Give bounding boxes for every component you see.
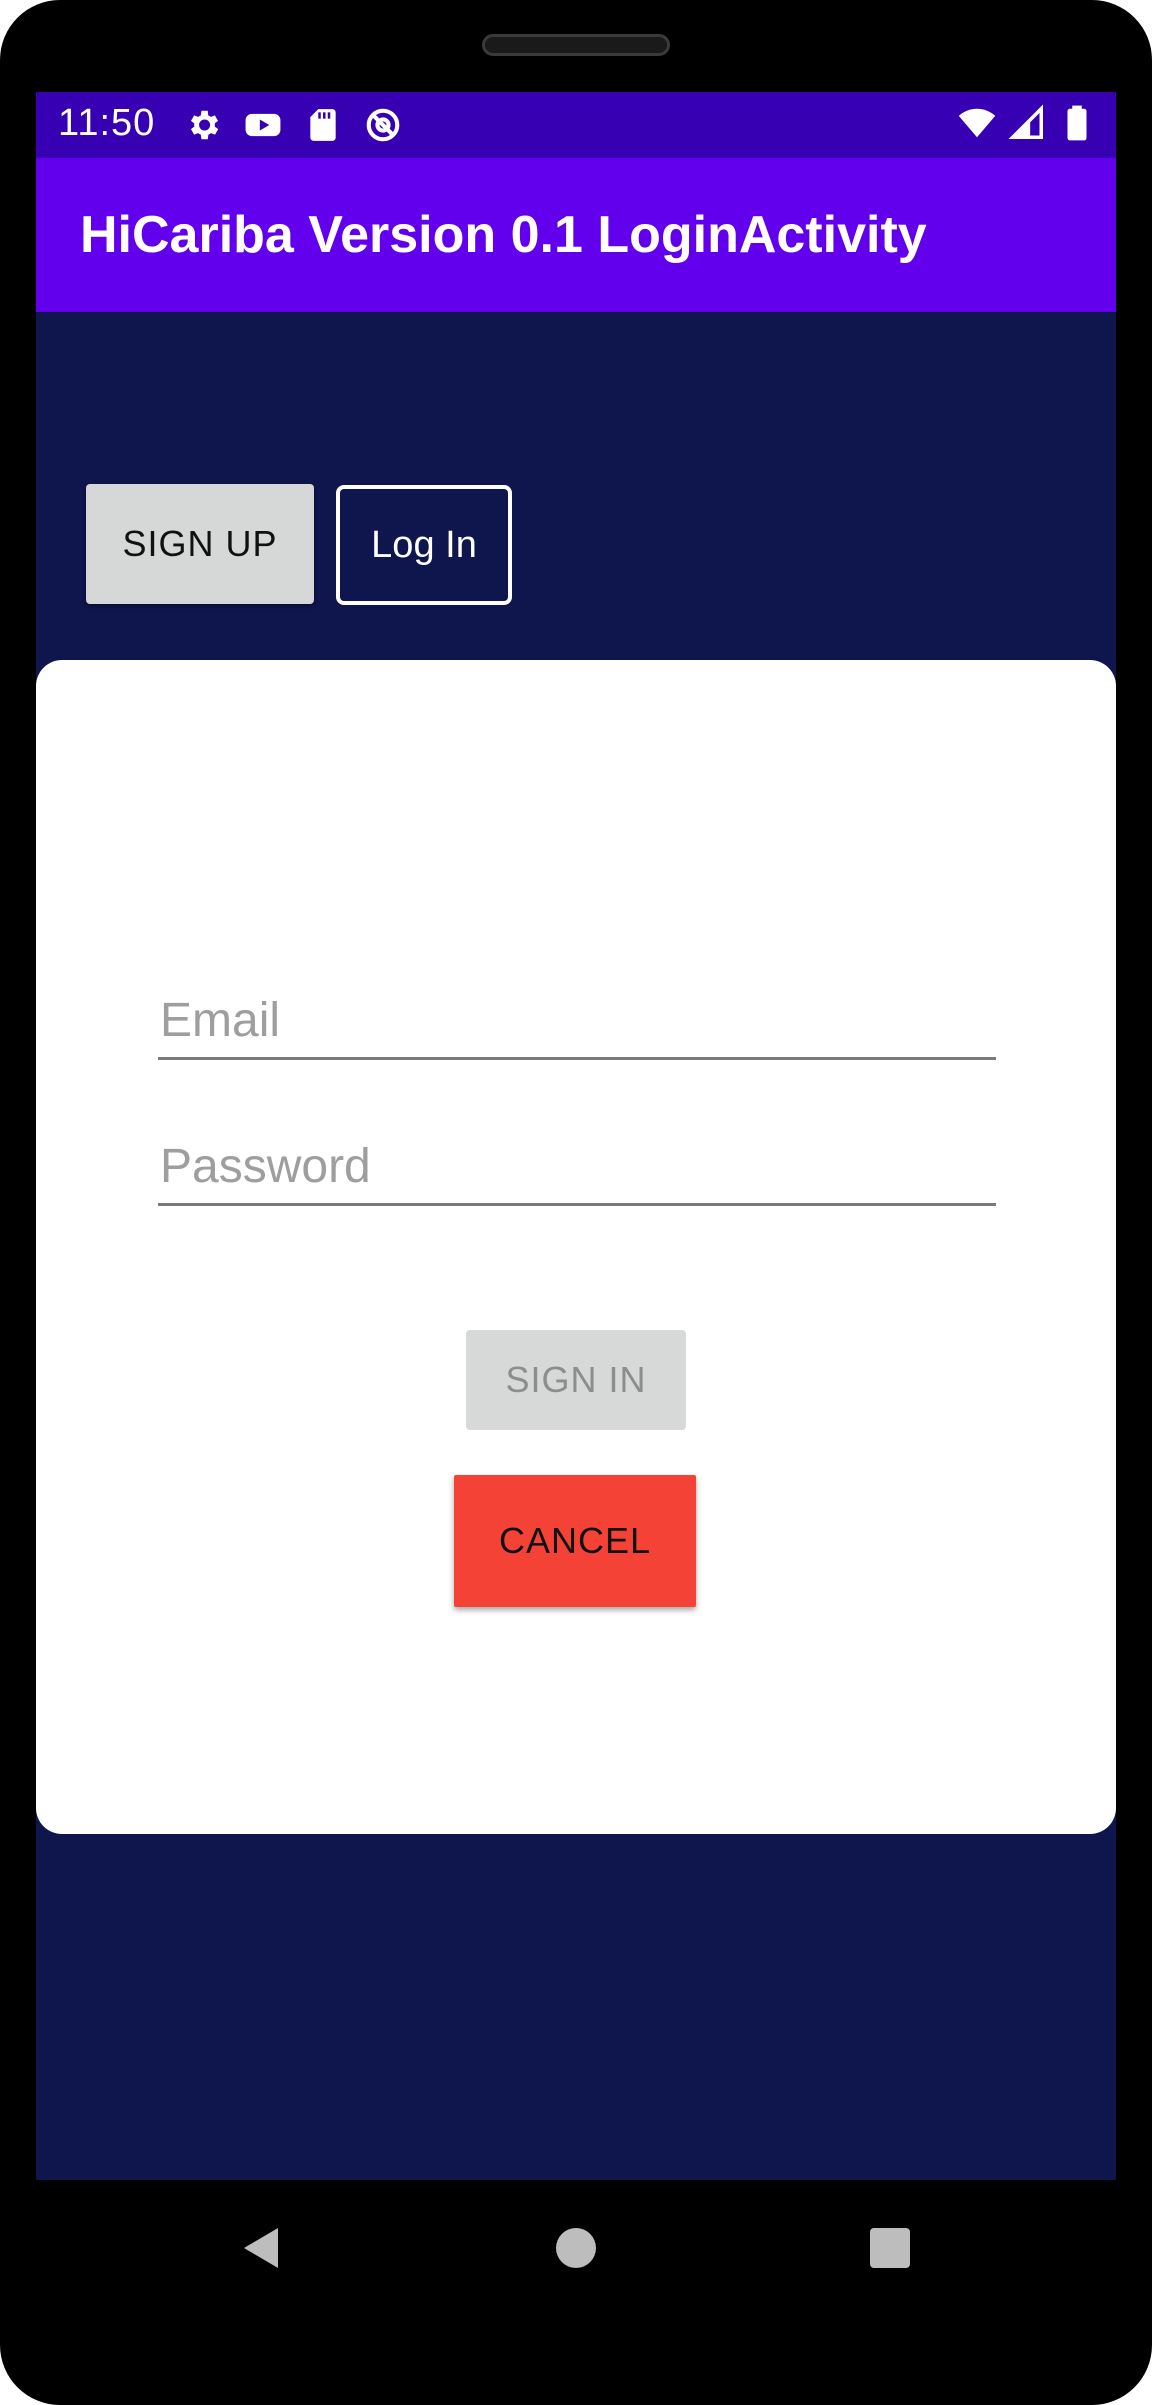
signal-icon bbox=[1008, 104, 1043, 139]
status-time: 11:50 bbox=[58, 102, 156, 144]
screen: 11:50 HiCariba Version 0.1 LoginActivity… bbox=[36, 92, 1116, 2180]
status-system-icons bbox=[958, 104, 1096, 142]
status-notification-icons bbox=[184, 106, 402, 144]
cancel-button[interactable]: CANCEL bbox=[454, 1475, 696, 1607]
sign-up-button[interactable]: SIGN UP bbox=[86, 484, 314, 604]
app-title: HiCariba Version 0.1 LoginActivity bbox=[80, 206, 927, 264]
navigation-bar bbox=[36, 2180, 1116, 2318]
wifi-icon bbox=[958, 108, 996, 138]
login-card: SIGN IN CANCEL bbox=[36, 660, 1116, 1834]
back-icon[interactable] bbox=[238, 2224, 286, 2272]
password-field[interactable] bbox=[158, 1136, 996, 1206]
phone-frame: 11:50 HiCariba Version 0.1 LoginActivity… bbox=[0, 0, 1152, 2405]
battery-icon bbox=[1067, 105, 1087, 141]
log-in-button[interactable]: Log In bbox=[336, 485, 512, 605]
youtube-icon bbox=[245, 113, 281, 137]
recents-icon[interactable] bbox=[866, 2224, 914, 2272]
settings-icon bbox=[190, 110, 219, 140]
status-bar: 11:50 bbox=[36, 92, 1116, 158]
app-bar: HiCariba Version 0.1 LoginActivity bbox=[36, 158, 1116, 312]
sign-in-button[interactable]: SIGN IN bbox=[466, 1330, 686, 1430]
earpiece-speaker bbox=[482, 34, 670, 56]
home-icon[interactable] bbox=[552, 2224, 600, 2272]
sd-card-icon bbox=[310, 109, 336, 141]
at-sign-icon bbox=[366, 108, 400, 142]
email-field[interactable] bbox=[158, 990, 996, 1060]
